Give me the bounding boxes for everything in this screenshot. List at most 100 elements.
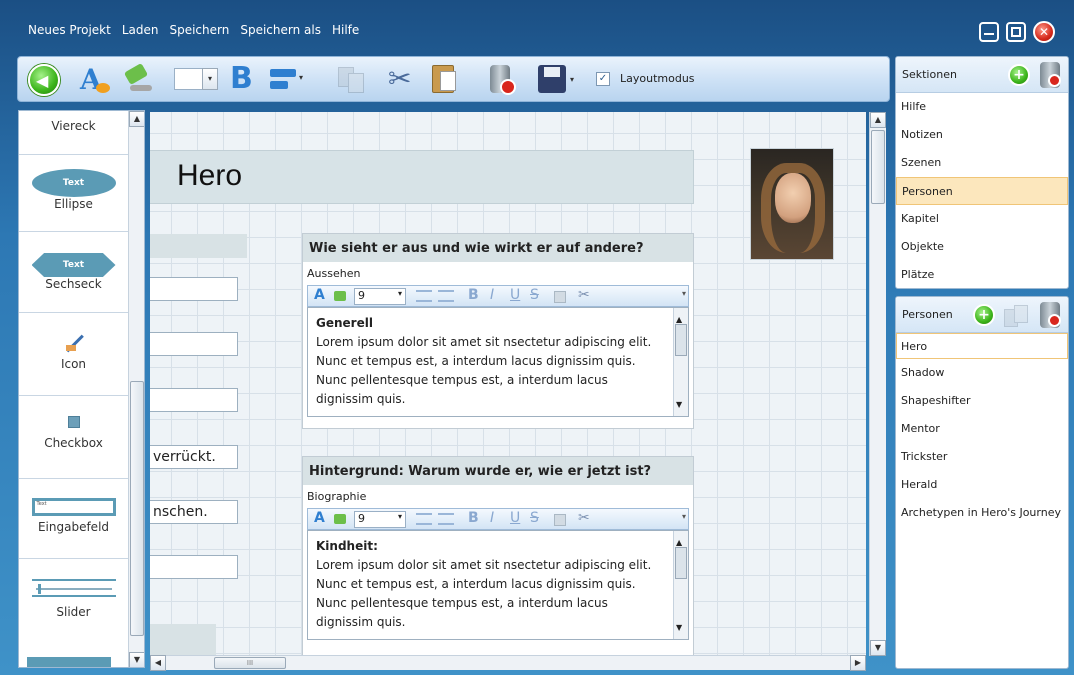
avatar [750, 148, 834, 260]
scroll-thumb[interactable]: III [214, 657, 286, 669]
delete-button[interactable] [486, 63, 518, 95]
italic-icon[interactable]: I [490, 287, 494, 303]
biography-editor[interactable]: Kindheit: Lorem ipsum dolor sit amet sit… [307, 530, 689, 640]
editor-scrollbar[interactable]: ▲ ▼ [673, 308, 688, 416]
scissors-icon[interactable]: ✂ [578, 510, 590, 526]
add-section-button[interactable]: + [1008, 64, 1030, 86]
highlighter-icon[interactable] [334, 291, 346, 301]
scroll-up-icon[interactable]: ▲ [129, 111, 144, 127]
scroll-down-icon[interactable]: ▼ [870, 640, 886, 656]
scroll-down-icon[interactable]: ▼ [676, 618, 682, 637]
cut-button[interactable]: ✂ [388, 63, 418, 95]
font-color-icon[interactable]: A [314, 287, 325, 303]
palette-item-icon[interactable]: Icon [19, 333, 128, 371]
bold-icon[interactable]: B [468, 510, 479, 526]
bullet-list-icon[interactable] [416, 513, 432, 525]
text-field[interactable]: nschen. [150, 500, 238, 524]
more-icon[interactable]: ▾ [682, 289, 686, 298]
section-item-personen[interactable]: Personen [896, 177, 1068, 205]
font-size-select[interactable]: 9 ▾ [354, 511, 406, 528]
minimize-button[interactable] [979, 22, 999, 42]
font-color-button[interactable]: A [80, 63, 114, 96]
font-size-select[interactable]: ▾ [174, 68, 218, 90]
editor-scrollbar[interactable]: ▲ ▼ [673, 531, 688, 639]
bold-button[interactable]: B [230, 63, 258, 95]
menu-speichern[interactable]: Speichern [169, 23, 229, 37]
palette-item-eingabefeld[interactable]: Text Eingabefeld [19, 498, 128, 534]
person-item-shadow[interactable]: Shadow [896, 359, 1068, 387]
maximize-button[interactable] [1006, 22, 1026, 42]
scroll-up-icon[interactable]: ▲ [870, 112, 886, 128]
bold-icon[interactable]: B [468, 287, 479, 303]
canvas-vscrollbar[interactable]: ▲ ▼ [869, 112, 886, 656]
paste-button[interactable] [428, 63, 460, 95]
text-field[interactable] [150, 388, 238, 412]
scroll-down-icon[interactable]: ▼ [129, 652, 144, 667]
highlighter-icon[interactable] [334, 514, 346, 524]
copy-icon[interactable] [554, 291, 566, 303]
person-item-hero[interactable]: Hero [896, 333, 1068, 359]
palette-item-sechseck[interactable]: Text Sechseck [19, 253, 128, 291]
back-button[interactable]: ◀ [28, 64, 60, 96]
copy-person-button[interactable] [1004, 305, 1030, 327]
menu-neues-projekt[interactable]: Neues Projekt [28, 23, 111, 37]
menu-bar: Neues Projekt Laden Speichern Speichern … [0, 0, 1074, 58]
palette-item-ellipse[interactable]: Text Ellipse [19, 169, 128, 211]
person-item-trickster[interactable]: Trickster [896, 443, 1068, 471]
text-field[interactable]: verrückt. [150, 445, 238, 469]
copy-layout-button[interactable] [336, 63, 368, 95]
save-button[interactable]: ▾ [536, 63, 580, 95]
design-canvas[interactable]: Hero verrückt. nschen. Wie sieht er aus … [150, 112, 866, 656]
underline-icon[interactable]: U [510, 287, 520, 303]
scroll-left-icon[interactable]: ◀ [150, 655, 166, 671]
palette-item-viereck[interactable]: Viereck [19, 119, 128, 133]
font-color-icon[interactable]: A [314, 510, 325, 526]
person-item-shapeshifter[interactable]: Shapeshifter [896, 387, 1068, 415]
text-field[interactable] [150, 332, 238, 356]
align-button[interactable]: ▾ [268, 63, 308, 95]
layout-mode-checkbox[interactable]: ✓ [596, 72, 610, 86]
scroll-right-icon[interactable]: ▶ [850, 655, 866, 671]
italic-icon[interactable]: I [490, 510, 494, 526]
font-size-select[interactable]: 9 ▾ [354, 288, 406, 305]
bullet-list-icon[interactable] [416, 290, 432, 302]
appearance-editor[interactable]: Generell Lorem ipsum dolor sit amet sit … [307, 307, 689, 417]
text-field[interactable] [150, 555, 238, 579]
scroll-down-icon[interactable]: ▼ [676, 395, 682, 414]
palette-item-checkbox[interactable]: Checkbox [19, 416, 128, 450]
highlight-button[interactable] [122, 62, 154, 95]
close-button[interactable]: ✕ [1033, 21, 1055, 43]
section-item-notizen[interactable]: Notizen [896, 121, 1068, 149]
scroll-thumb[interactable] [871, 130, 885, 204]
person-item-herald[interactable]: Herald [896, 471, 1068, 499]
more-icon[interactable]: ▾ [682, 512, 686, 521]
strikethrough-icon[interactable]: S [530, 510, 539, 526]
scroll-thumb[interactable] [130, 381, 144, 636]
strikethrough-icon[interactable]: S [530, 287, 539, 303]
add-person-button[interactable]: + [973, 304, 995, 326]
section-item-hilfe[interactable]: Hilfe [896, 93, 1068, 121]
section-item-szenen[interactable]: Szenen [896, 149, 1068, 177]
person-item-mentor[interactable]: Mentor [896, 415, 1068, 443]
menu-hilfe[interactable]: Hilfe [332, 23, 359, 37]
numbered-list-icon[interactable] [438, 513, 454, 525]
delete-section-button[interactable] [1040, 62, 1061, 88]
numbered-list-icon[interactable] [438, 290, 454, 302]
scissors-icon[interactable]: ✂ [578, 287, 590, 303]
section-item-kapitel[interactable]: Kapitel [896, 205, 1068, 233]
person-item-archetypen[interactable]: Archetypen in Hero's Journey [896, 499, 1068, 527]
scroll-thumb[interactable] [675, 324, 687, 356]
section-item-plaetze[interactable]: Plätze [896, 261, 1068, 288]
scroll-thumb[interactable] [675, 547, 687, 579]
text-field[interactable] [150, 277, 238, 301]
palette-item-slider[interactable]: Slider [19, 579, 128, 619]
underline-icon[interactable]: U [510, 510, 520, 526]
section-item-objekte[interactable]: Objekte [896, 233, 1068, 261]
palette-label: Sechseck [45, 277, 102, 291]
menu-laden[interactable]: Laden [122, 23, 159, 37]
delete-person-button[interactable] [1040, 302, 1061, 328]
palette-scrollbar[interactable]: ▲ ▼ [128, 111, 144, 667]
menu-speichern-als[interactable]: Speichern als [240, 23, 321, 37]
copy-icon[interactable] [554, 514, 566, 526]
canvas-hscrollbar[interactable]: ◀ III ▶ [150, 655, 866, 671]
